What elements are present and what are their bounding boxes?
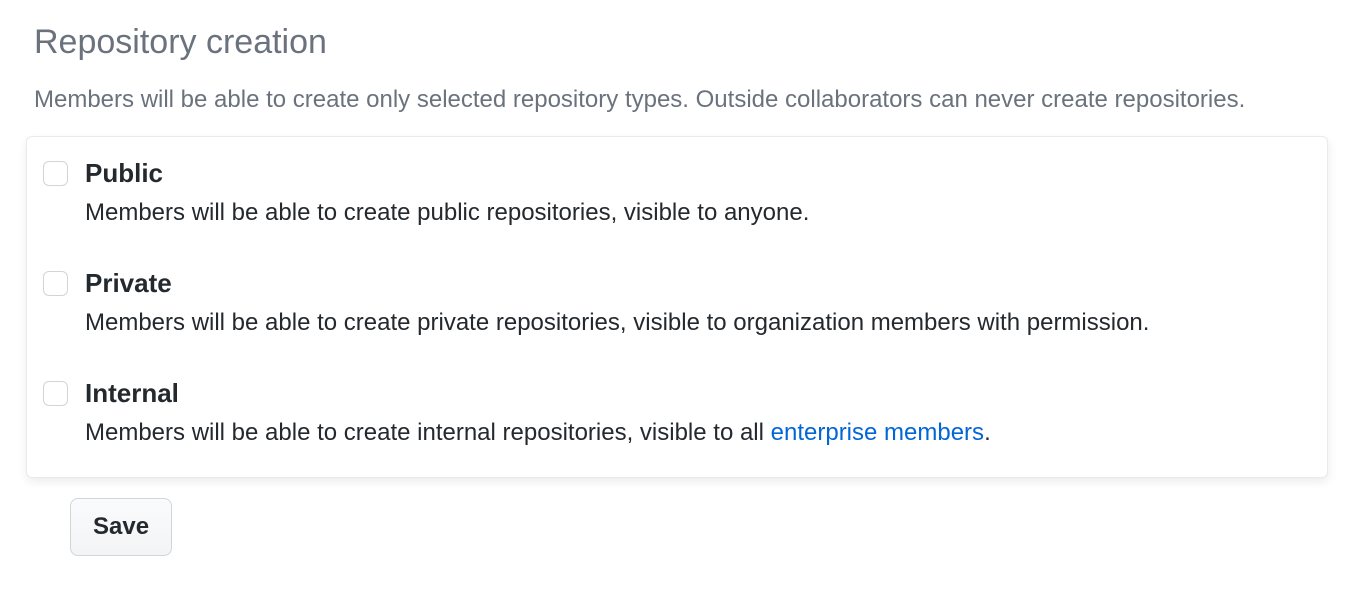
- internal-description: Members will be able to create internal …: [85, 416, 1315, 450]
- internal-description-prefix: Members will be able to create internal …: [85, 419, 771, 446]
- internal-label: Internal: [85, 377, 1315, 410]
- option-public-body: Public Members will be able to create pu…: [85, 157, 1315, 229]
- public-checkbox[interactable]: [43, 161, 68, 186]
- option-internal: Internal Members will be able to create …: [39, 371, 1315, 455]
- option-private: Private Members will be able to create p…: [39, 261, 1315, 345]
- save-button[interactable]: Save: [70, 498, 172, 556]
- public-description: Members will be able to create public re…: [85, 196, 1315, 230]
- internal-checkbox[interactable]: [43, 381, 68, 406]
- internal-description-suffix: .: [984, 419, 991, 446]
- private-label: Private: [85, 267, 1315, 300]
- enterprise-members-link[interactable]: enterprise members: [771, 419, 984, 446]
- private-checkbox[interactable]: [43, 271, 68, 296]
- option-internal-body: Internal Members will be able to create …: [85, 377, 1315, 449]
- private-description: Members will be able to create private r…: [85, 306, 1315, 340]
- section-description: Members will be able to create only sele…: [34, 82, 1328, 118]
- repository-creation-options: Public Members will be able to create pu…: [26, 136, 1328, 478]
- option-private-body: Private Members will be able to create p…: [85, 267, 1315, 339]
- public-label: Public: [85, 157, 1315, 190]
- section-title: Repository creation: [34, 20, 1328, 64]
- option-public: Public Members will be able to create pu…: [39, 151, 1315, 235]
